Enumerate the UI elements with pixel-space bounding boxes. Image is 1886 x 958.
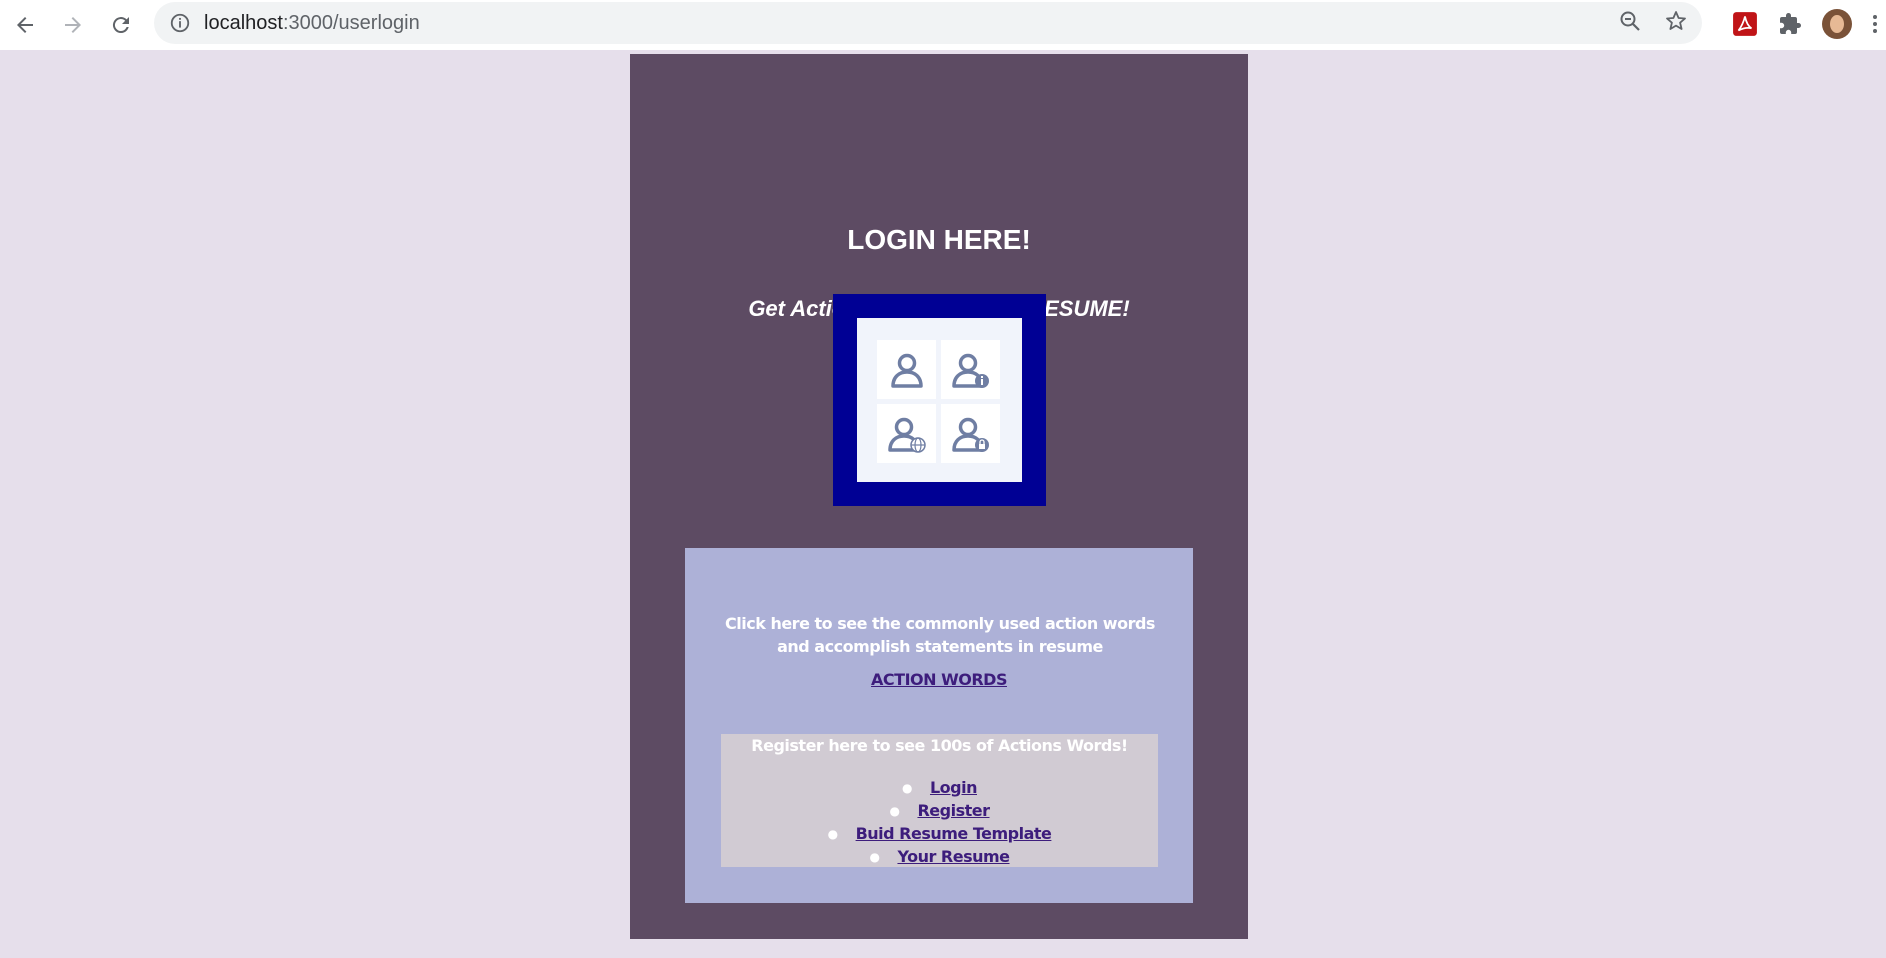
build-resume-template-link[interactable]: Buid Resume Template [856,824,1052,843]
login-link[interactable]: Login [930,778,978,797]
forward-button[interactable] [49,1,97,49]
list-item: ● Your Resume [869,847,1010,866]
nav-menu: ● Login ● Register ● Buid Resume Template ●… [721,776,1158,868]
reload-icon [112,17,129,34]
reload-button[interactable] [97,1,145,49]
login-panel: LOGIN HERE! Get Action Words for your RE… [630,54,1248,939]
info-text: Click here to see the commonly used acti… [725,614,1155,656]
url-host: localhost [204,11,283,34]
users-logo [833,294,1046,506]
url-path: :3000/userlogin [282,11,420,34]
register-link[interactable]: Register [917,801,990,820]
user-icon [877,340,936,399]
register-box: Register here to see 100s of Actions Wor… [721,734,1158,867]
user-info-icon [941,340,1000,399]
address-bar[interactable]: localhost:3000/userlogin [154,2,1702,44]
info-icon[interactable] [168,11,192,35]
action-words-box: Click here to see the commonly used acti… [685,548,1193,903]
puzzle-extension-icon[interactable] [1778,12,1802,36]
browser-toolbar: localhost:3000/userlogin [0,0,1886,50]
menu-dots-icon[interactable] [1872,12,1878,36]
list-item: ● Login [902,778,978,797]
profile-avatar[interactable] [1822,9,1852,39]
action-words-link[interactable]: ACTION WORDS [685,670,1193,689]
your-resume-link[interactable]: Your Resume [897,847,1010,866]
url-text[interactable]: localhost:3000/userlogin [204,12,420,35]
page-title: LOGIN HERE! [847,224,1031,255]
forward-arrow-icon [65,17,81,33]
zoom-out-icon[interactable] [1618,9,1642,38]
user-globe-icon [877,404,936,463]
list-item: ● Register [889,801,990,820]
register-text: Register here to see 100s of Actions Wor… [751,736,1128,755]
user-lock-icon [941,404,1000,463]
back-button[interactable] [1,1,49,49]
list-item: ● Buid Resume Template [827,824,1052,843]
back-arrow-icon [17,17,33,33]
star-icon[interactable] [1664,9,1688,38]
pdf-extension-icon[interactable] [1732,11,1758,37]
